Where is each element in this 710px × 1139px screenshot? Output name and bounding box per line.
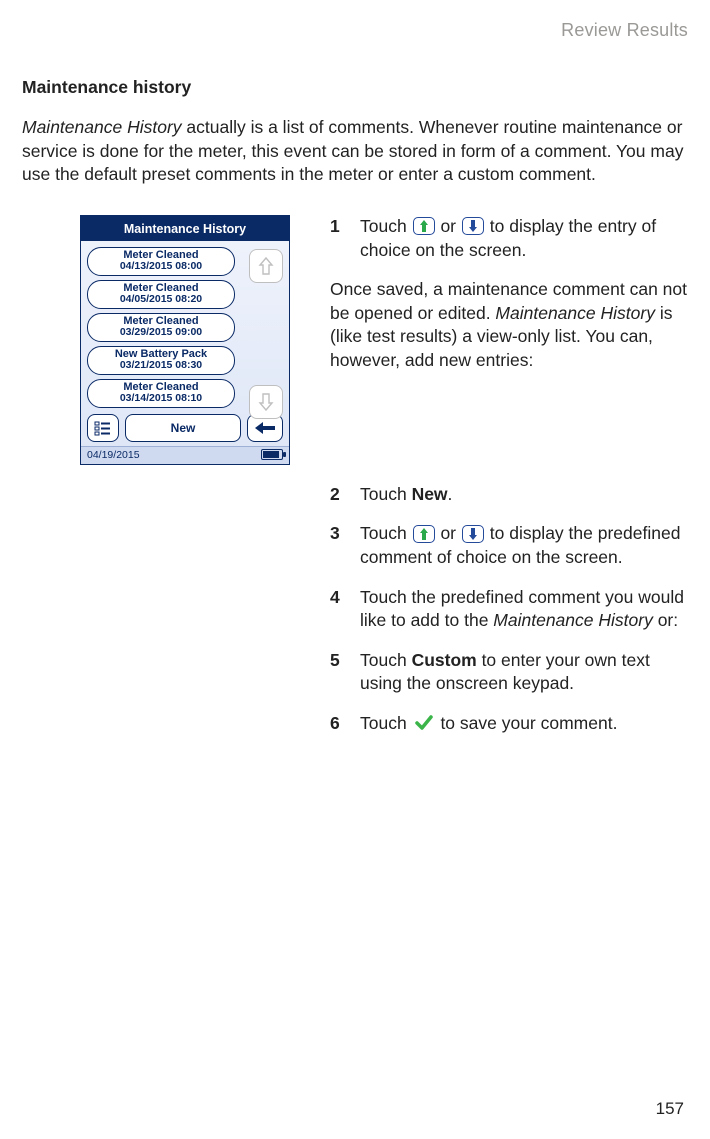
list-item[interactable]: New Battery Pack 03/21/2015 08:30 [87, 346, 235, 375]
text: Touch [360, 216, 412, 236]
status-bar: 04/19/2015 [81, 446, 289, 464]
step-number: 1 [330, 215, 344, 239]
text: Touch [360, 650, 412, 670]
arrow-up-icon [413, 525, 435, 543]
arrow-up-icon [413, 217, 435, 235]
text: Touch [360, 523, 412, 543]
section-title: Maintenance history [22, 77, 688, 98]
arrow-up-outline-icon [258, 256, 274, 276]
device-screenshot: Maintenance History Meter Cleaned 04/13/… [80, 215, 290, 465]
menu-list-icon [94, 420, 112, 436]
arrow-down-icon [462, 217, 484, 235]
list-item[interactable]: Meter Cleaned 04/13/2015 08:00 [87, 247, 235, 276]
text: . [448, 484, 453, 504]
entry-stamp: 03/29/2015 09:00 [94, 327, 228, 338]
page-number: 157 [656, 1099, 684, 1119]
bold: New [412, 484, 448, 504]
step-number: 5 [330, 649, 344, 673]
intro-paragraph: Maintenance History actually is a list o… [22, 116, 688, 187]
step-3-text: Touch or to display the predefined comme… [360, 522, 688, 569]
entry-stamp: 04/05/2015 08:20 [94, 294, 228, 305]
new-button[interactable]: New [125, 414, 241, 442]
menu-button[interactable] [87, 414, 119, 442]
step-2-text: Touch New. [360, 483, 688, 507]
list-item[interactable]: Meter Cleaned 03/14/2015 08:10 [87, 379, 235, 408]
italic: Maintenance History [495, 303, 655, 323]
battery-icon [261, 449, 283, 460]
step-number: 2 [330, 483, 344, 507]
entry-stamp: 04/13/2015 08:00 [94, 261, 228, 272]
text: or [440, 523, 460, 543]
arrow-down-outline-icon [258, 392, 274, 412]
step-number: 6 [330, 712, 344, 736]
running-head: Review Results [22, 20, 688, 41]
step-number: 3 [330, 522, 344, 546]
device-title: Maintenance History [81, 218, 289, 241]
entry-stamp: 03/14/2015 08:10 [94, 393, 228, 404]
entry-stamp: 03/21/2015 08:30 [94, 360, 228, 371]
text: or [440, 216, 460, 236]
step-number: 4 [330, 586, 344, 610]
checkmark-icon [414, 714, 434, 732]
arrow-down-icon [462, 525, 484, 543]
text: Touch [360, 713, 412, 733]
text: to save your comment. [440, 713, 617, 733]
arrow-left-icon [253, 420, 277, 436]
list-item[interactable]: Meter Cleaned 04/05/2015 08:20 [87, 280, 235, 309]
list-item[interactable]: Meter Cleaned 03/29/2015 09:00 [87, 313, 235, 342]
step-5-text: Touch Custom to enter your own text usin… [360, 649, 688, 696]
bold: Custom [412, 650, 477, 670]
intro-italic: Maintenance History [22, 117, 182, 137]
device-body: Meter Cleaned 04/13/2015 08:00 Meter Cle… [81, 241, 289, 446]
scroll-up-button[interactable] [249, 249, 283, 283]
text: Touch [360, 484, 412, 504]
italic: Maintenance History [493, 610, 653, 630]
step-6-text: Touch to save your comment. [360, 712, 688, 736]
scroll-down-button[interactable] [249, 385, 283, 419]
note-paragraph: Once saved, a maintenance comment can no… [330, 278, 688, 373]
status-date: 04/19/2015 [87, 449, 140, 461]
step-4-text: Touch the predefined comment you would l… [360, 586, 688, 633]
step-1-text: Touch or to display the entry of choice … [360, 215, 688, 262]
text: or: [653, 610, 678, 630]
